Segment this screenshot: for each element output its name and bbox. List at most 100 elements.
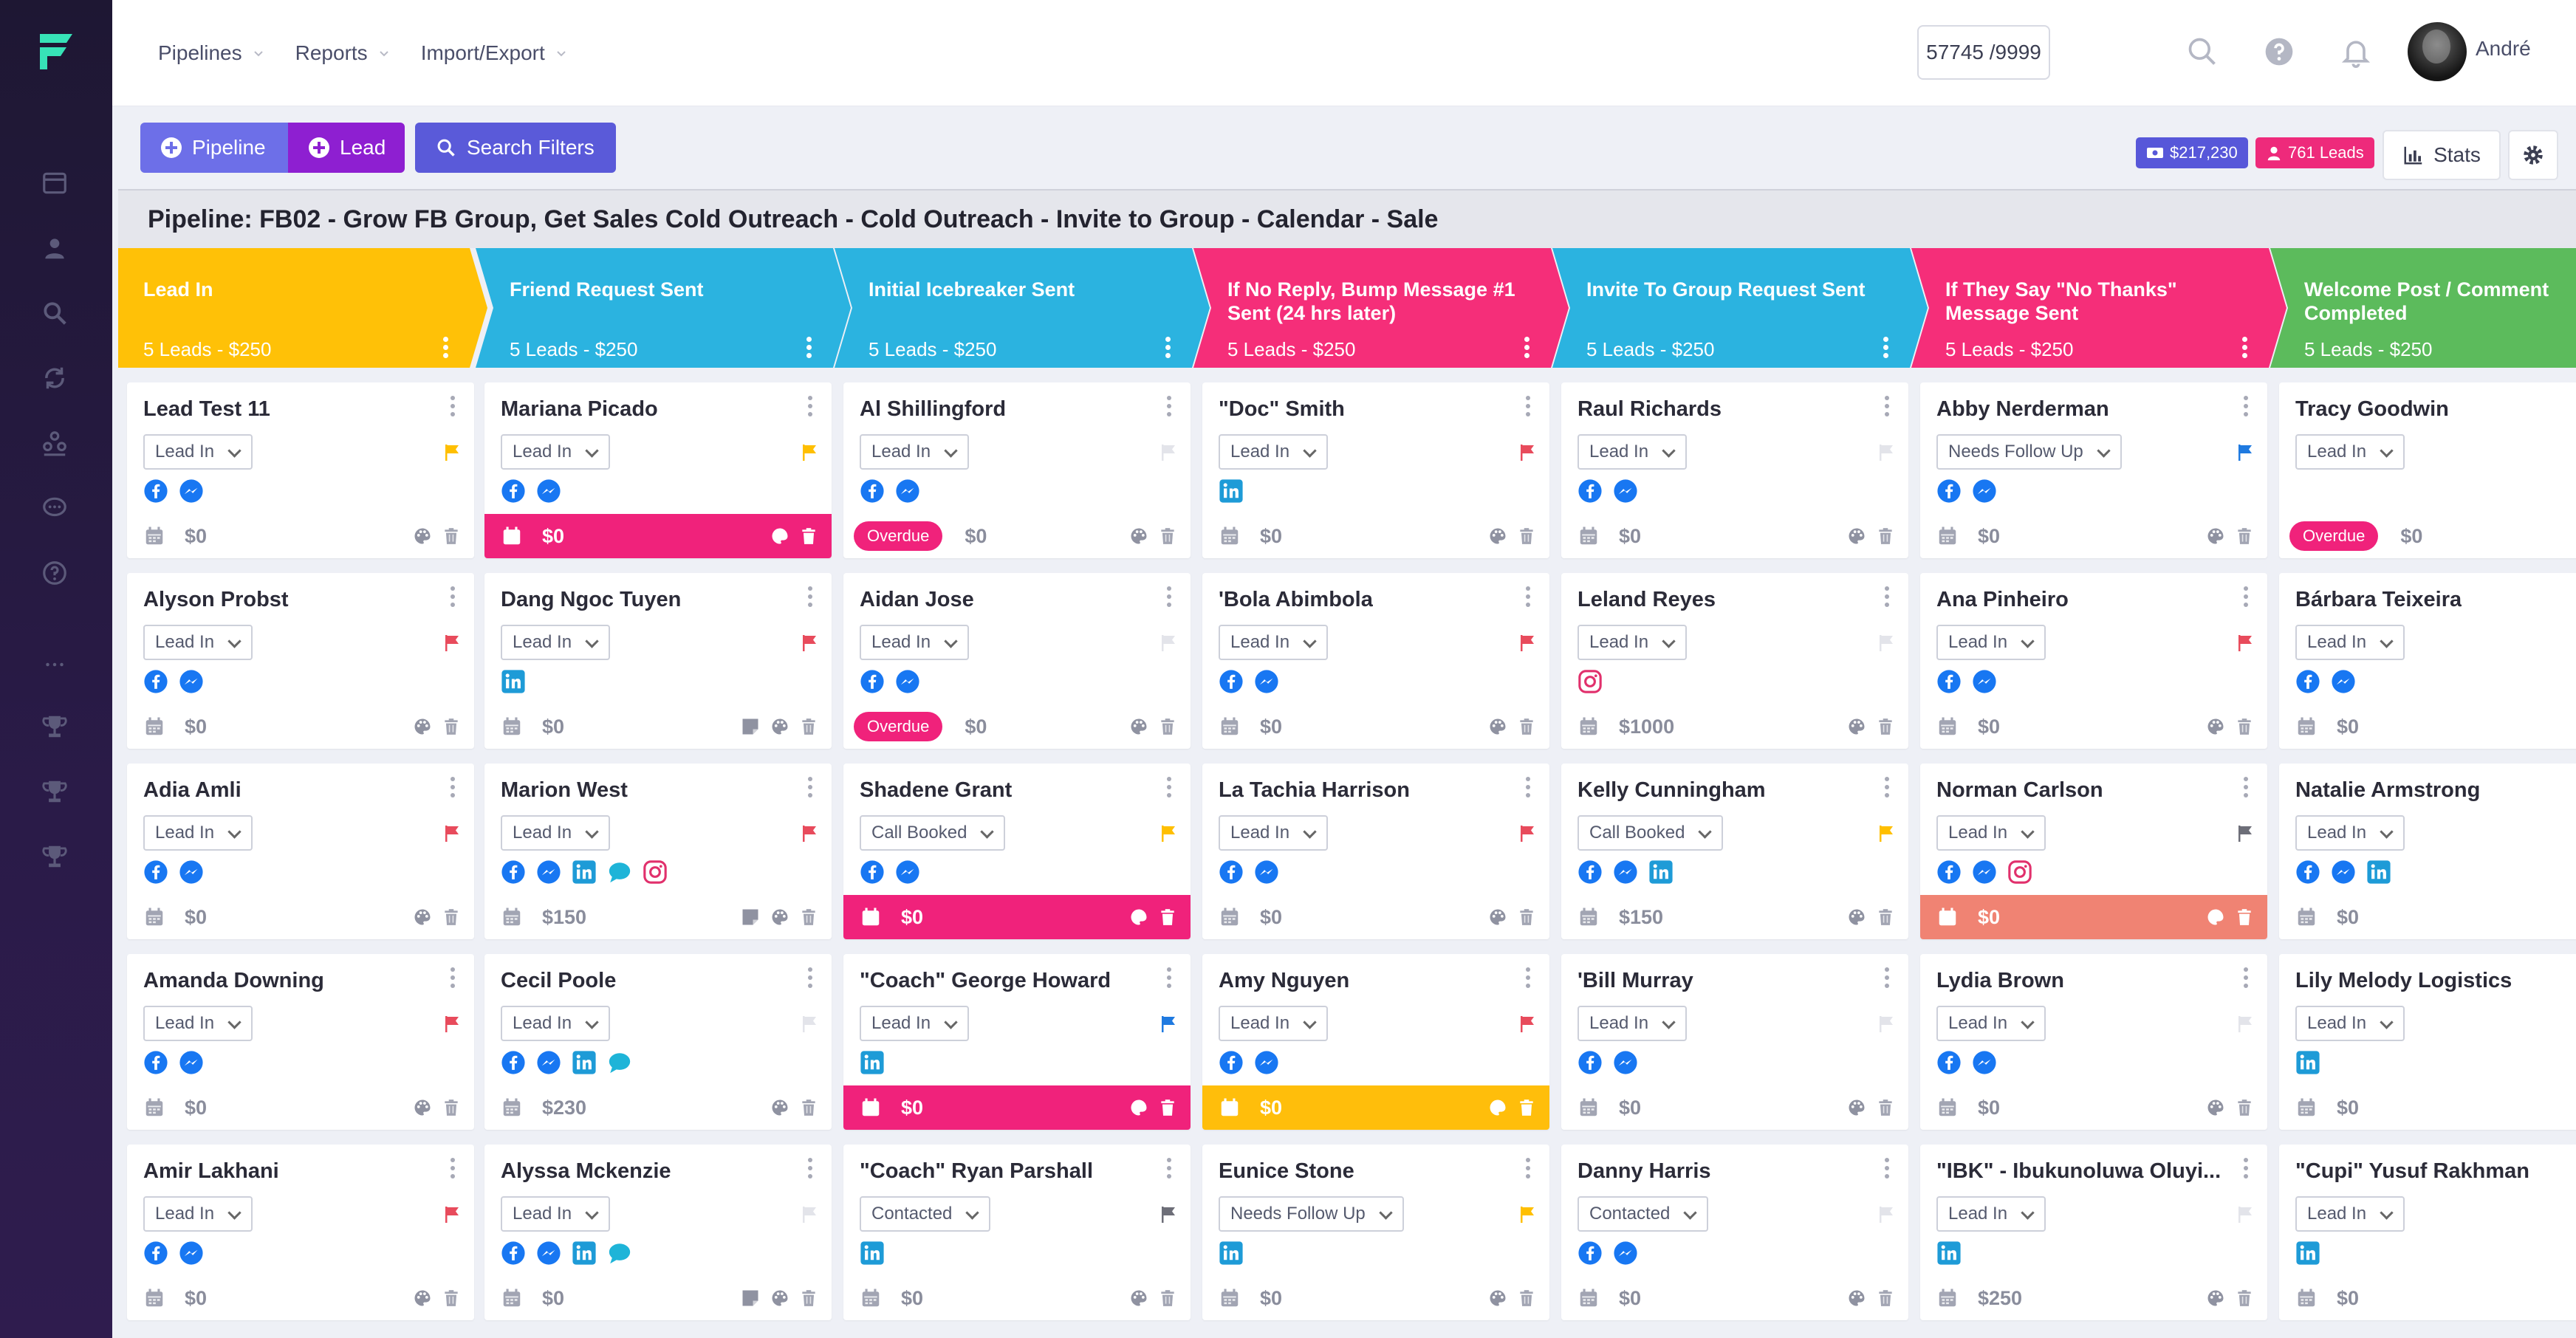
calendar-icon[interactable] [1578, 1287, 1600, 1309]
note-icon[interactable] [740, 716, 761, 738]
flag-icon[interactable] [443, 1205, 461, 1224]
trash-icon[interactable] [1517, 1097, 1538, 1119]
linkedin-icon[interactable] [2295, 1050, 2320, 1075]
facebook-icon[interactable] [1219, 1050, 1244, 1075]
trash-icon[interactable] [442, 526, 462, 548]
calendar-icon[interactable] [1219, 525, 1241, 547]
lead-name[interactable]: Aidan Jose [860, 588, 974, 612]
flag-icon[interactable] [1877, 824, 1895, 843]
messenger-icon[interactable] [1972, 669, 1997, 694]
palette-icon[interactable] [1846, 907, 1867, 929]
calendar-icon[interactable] [501, 906, 523, 928]
trash-icon[interactable] [1517, 907, 1538, 929]
flag-icon[interactable] [1159, 634, 1177, 653]
lead-card[interactable]: Amir Lakhani Lead In $0 [127, 1145, 474, 1320]
status-select[interactable]: Lead In [501, 434, 611, 470]
lead-card[interactable]: Lydia Brown Lead In $0 [1920, 954, 2267, 1130]
flag-icon[interactable] [2236, 1205, 2254, 1224]
messenger-icon[interactable] [1972, 1050, 1997, 1075]
calendar-icon[interactable] [860, 906, 882, 928]
lead-name[interactable]: Lead Test 11 [143, 397, 270, 422]
lead-card[interactable]: Danny Harris Contacted $0 [1561, 1145, 1908, 1320]
facebook-icon[interactable] [860, 669, 885, 694]
lead-card[interactable]: Tracy Goodwin Lead In Overdue $0 [2279, 382, 2576, 558]
palette-icon[interactable] [770, 1288, 790, 1310]
flag-icon[interactable] [1518, 824, 1536, 843]
flag-icon[interactable] [1159, 1205, 1177, 1224]
facebook-icon[interactable] [2295, 860, 2320, 885]
lead-name[interactable]: Raul Richards [1578, 397, 1722, 422]
stage-header[interactable]: Initial Icebreaker Sent 5 Leads - $250 [835, 248, 1210, 368]
status-select[interactable]: Contacted [860, 1196, 991, 1232]
palette-icon[interactable] [1128, 1288, 1149, 1310]
facebook-icon[interactable] [1936, 860, 1962, 885]
status-select[interactable]: Lead In [143, 434, 253, 470]
card-menu-icon[interactable] [1526, 396, 1532, 420]
lead-card[interactable]: Dang Ngoc Tuyen Lead In $0 [484, 573, 832, 749]
messenger-icon[interactable] [179, 860, 204, 885]
facebook-icon[interactable] [1936, 669, 1962, 694]
palette-icon[interactable] [412, 1097, 433, 1119]
lead-card[interactable]: 'Bola Abimbola Lead In $0 [1202, 573, 1549, 749]
messenger-icon[interactable] [1254, 669, 1279, 694]
palette-icon[interactable] [412, 1288, 433, 1310]
trash-icon[interactable] [1876, 1097, 1897, 1119]
status-select[interactable]: Lead In [860, 625, 970, 660]
lead-name[interactable]: Lydia Brown [1936, 969, 2064, 993]
status-select[interactable]: Lead In [1936, 815, 2046, 851]
linkedin-icon[interactable] [860, 1241, 885, 1266]
card-menu-icon[interactable] [1885, 586, 1891, 611]
palette-icon[interactable] [770, 716, 790, 738]
trash-icon[interactable] [799, 1288, 820, 1310]
facebook-icon[interactable] [1578, 860, 1603, 885]
palette-icon[interactable] [1487, 716, 1508, 738]
palette-icon[interactable] [1487, 907, 1508, 929]
lead-card[interactable]: Shadene Grant Call Booked $0 [843, 764, 1191, 939]
card-menu-icon[interactable] [2244, 1158, 2250, 1182]
messenger-icon[interactable] [536, 1241, 561, 1266]
status-select[interactable]: Lead In [860, 1006, 970, 1041]
card-menu-icon[interactable] [1167, 777, 1173, 801]
contacts-icon[interactable] [38, 232, 71, 264]
help-nav-icon[interactable] [38, 557, 71, 589]
calendar-icon[interactable] [1219, 906, 1241, 928]
flag-icon[interactable] [1877, 1205, 1895, 1224]
calendar-icon[interactable] [143, 716, 165, 738]
calendar-icon[interactable] [1219, 1287, 1241, 1309]
calendar-icon[interactable] [860, 1097, 882, 1119]
trash-icon[interactable] [1158, 1097, 1179, 1119]
linkedin-icon[interactable] [1648, 860, 1674, 885]
calendar-icon[interactable] [2295, 1097, 2318, 1119]
facebook-icon[interactable] [1578, 478, 1603, 504]
calendar-icon[interactable] [501, 1287, 523, 1309]
calendar-icon[interactable] [1936, 906, 1959, 928]
status-select[interactable]: Lead In [501, 1006, 611, 1041]
help-icon[interactable] [2261, 34, 2297, 69]
flag-icon[interactable] [1877, 1015, 1895, 1034]
flag-icon[interactable] [801, 443, 818, 462]
lead-card[interactable]: Alyssa Mckenzie Lead In $0 [484, 1145, 832, 1320]
calendar-icon[interactable] [2295, 716, 2318, 738]
stage-menu-icon[interactable] [2242, 337, 2248, 359]
card-menu-icon[interactable] [1885, 777, 1891, 801]
lead-card[interactable]: La Tachia Harrison Lead In $0 [1202, 764, 1549, 939]
lead-name[interactable]: Adia Amli [143, 778, 242, 803]
palette-icon[interactable] [1846, 526, 1867, 548]
flag-icon[interactable] [801, 824, 818, 843]
palette-icon[interactable] [1846, 716, 1867, 738]
palette-icon[interactable] [1128, 716, 1149, 738]
lead-card[interactable]: Eunice Stone Needs Follow Up $0 [1202, 1145, 1549, 1320]
flag-icon[interactable] [1877, 634, 1895, 653]
card-menu-icon[interactable] [451, 586, 456, 611]
messenger-icon[interactable] [1613, 1050, 1638, 1075]
flag-icon[interactable] [2236, 634, 2254, 653]
status-select[interactable]: Lead In [143, 1006, 253, 1041]
flag-icon[interactable] [443, 1015, 461, 1034]
status-select[interactable]: Lead In [2295, 434, 2405, 470]
trash-icon[interactable] [799, 1097, 820, 1119]
lead-card[interactable]: 'Bill Murray Lead In $0 [1561, 954, 1908, 1130]
calendar-icon[interactable] [143, 525, 165, 547]
trash-icon[interactable] [1158, 716, 1179, 738]
trash-icon[interactable] [799, 526, 820, 548]
trash-icon[interactable] [1517, 526, 1538, 548]
